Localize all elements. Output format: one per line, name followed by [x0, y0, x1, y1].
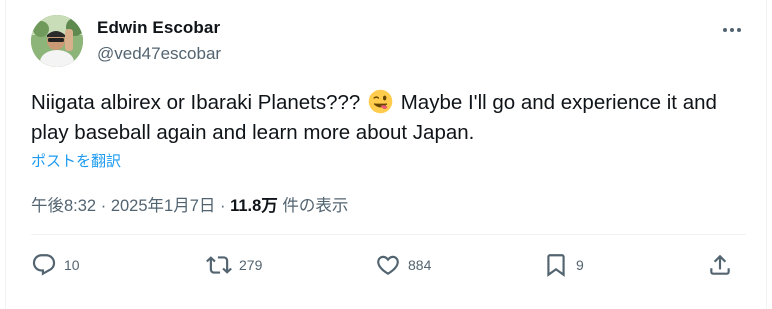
share-button[interactable] — [707, 250, 733, 280]
tweet-time[interactable]: 午後8:32 — [31, 197, 96, 215]
like-button[interactable]: 884 — [375, 250, 431, 280]
tweet-date[interactable]: 2025年1月7日 — [111, 197, 216, 215]
heart-icon — [377, 255, 399, 275]
more-options-icon[interactable] — [720, 18, 744, 42]
winking-face-with-tongue-icon — [368, 89, 393, 114]
bookmark-icon — [547, 254, 565, 277]
reply-icon — [32, 254, 56, 276]
tweet-text: Niigata albirex or Ibaraki Planets??? Ma… — [31, 88, 746, 148]
bookmark-button[interactable]: 9 — [543, 250, 584, 280]
views-label: 件の表示 — [282, 197, 349, 215]
tweet-text-part1: Niigata albirex or Ibaraki Planets??? — [31, 91, 361, 114]
avatar[interactable] — [31, 15, 83, 67]
tweet-card: Edwin Escobar @ved47escobar Niigata albi… — [5, 0, 767, 309]
author-handle[interactable]: @ved47escobar — [97, 44, 221, 64]
action-bar: 10 279 884 9 — [31, 250, 741, 280]
tweet-meta: 午後8:32 · 2025年1月7日 · 11.8万 件の表示 — [31, 192, 348, 216]
like-count: 884 — [408, 257, 432, 273]
reply-button[interactable]: 10 — [31, 250, 80, 280]
retweet-button[interactable]: 279 — [206, 250, 262, 280]
views-count: 11.8万 — [230, 197, 278, 215]
author-name[interactable]: Edwin Escobar — [97, 18, 220, 38]
retweet-icon — [206, 256, 232, 274]
reply-count: 10 — [64, 257, 80, 273]
meta-separator: · — [219, 197, 226, 215]
translate-post-link[interactable]: ポストを翻訳 — [31, 150, 121, 171]
divider — [31, 234, 746, 235]
share-icon — [710, 254, 730, 275]
bookmark-count: 9 — [576, 257, 584, 273]
meta-separator: · — [100, 197, 107, 215]
retweet-count: 279 — [239, 257, 263, 273]
avatar-photo — [31, 15, 83, 67]
